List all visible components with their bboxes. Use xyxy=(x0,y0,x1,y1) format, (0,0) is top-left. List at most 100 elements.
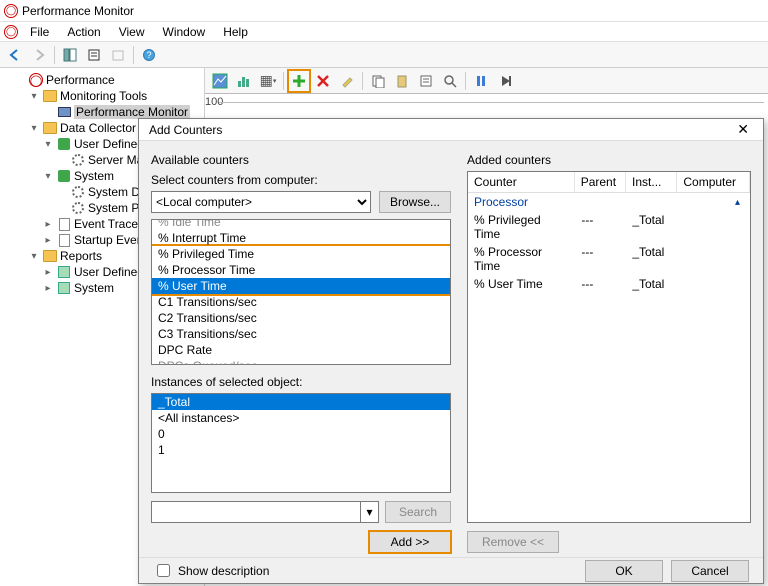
update-button[interactable] xyxy=(494,70,516,92)
search-button[interactable]: Search xyxy=(385,501,451,523)
toolbar-separator xyxy=(283,72,284,90)
counter-item[interactable]: DPC Rate xyxy=(152,342,450,358)
toolbar-separator xyxy=(465,72,466,90)
cancel-button[interactable]: Cancel xyxy=(671,560,749,582)
instance-item-all[interactable]: <All instances> xyxy=(152,410,450,426)
trace-icon xyxy=(59,218,70,231)
added-counters-label: Added counters xyxy=(467,153,751,167)
expander-icon[interactable]: ▾ xyxy=(42,171,54,182)
counter-item[interactable]: % Idle Time xyxy=(152,219,450,230)
show-hide-tree-button[interactable] xyxy=(59,44,81,66)
tree-node-monitoring-tools[interactable]: ▾ Monitoring Tools xyxy=(28,88,204,104)
computer-combo[interactable]: <Local computer> xyxy=(151,191,371,213)
gear-icon xyxy=(72,154,84,166)
table-row[interactable]: % Privileged Time --- _Total xyxy=(468,211,750,243)
gear-icon xyxy=(72,202,84,214)
expander-icon[interactable]: ▾ xyxy=(42,139,54,150)
menu-window[interactable]: Window xyxy=(155,23,214,41)
cell-parent: --- xyxy=(575,212,626,242)
instances-listbox[interactable]: _Total <All instances> 0 1 xyxy=(151,393,451,493)
tree-label: User Defined xyxy=(74,137,144,151)
show-description-checkbox[interactable]: Show description xyxy=(153,561,269,580)
counter-item[interactable]: C3 Transitions/sec xyxy=(152,326,450,342)
export-button[interactable] xyxy=(107,44,129,66)
counter-item[interactable]: C2 Transitions/sec xyxy=(152,310,450,326)
show-description-input[interactable] xyxy=(157,564,170,577)
counter-item-privileged[interactable]: % Privileged Time xyxy=(152,246,450,262)
tree-label: Performance xyxy=(46,73,115,87)
counter-item[interactable]: C1 Transitions/sec xyxy=(152,294,450,310)
app-icon-small: ◯ xyxy=(4,25,18,39)
counter-item[interactable]: DPCs Queued/sec xyxy=(152,358,450,365)
zoom-button[interactable] xyxy=(439,70,461,92)
add-button[interactable]: Add >> xyxy=(369,531,451,553)
expander-icon[interactable]: ▸ xyxy=(42,283,54,294)
tree-label: Monitoring Tools xyxy=(60,89,147,103)
instance-search-input[interactable] xyxy=(151,501,361,523)
gear-icon xyxy=(72,186,84,198)
th-computer[interactable]: Computer xyxy=(677,172,750,192)
table-row[interactable]: % User Time --- _Total xyxy=(468,275,750,293)
menu-view[interactable]: View xyxy=(111,23,153,41)
add-counter-button[interactable] xyxy=(288,70,310,92)
window-title-bar: ◯ Performance Monitor xyxy=(0,0,768,22)
chevron-up-icon[interactable]: ▴ xyxy=(735,197,744,208)
counter-item-processor[interactable]: % Processor Time xyxy=(152,262,450,278)
report-icon xyxy=(58,266,70,278)
expander-icon[interactable]: ▾ xyxy=(28,123,40,134)
svg-text:?: ? xyxy=(146,50,151,60)
app-icon: ◯ xyxy=(4,4,18,18)
paste-button[interactable] xyxy=(391,70,413,92)
dialog-title-bar[interactable]: Add Counters ✕ xyxy=(139,119,763,141)
delete-counter-button[interactable] xyxy=(312,70,334,92)
cell-instance: _Total xyxy=(626,244,677,274)
expander-icon[interactable]: ▾ xyxy=(28,91,40,102)
tree-label: User Defined xyxy=(74,265,144,279)
cell-computer xyxy=(677,212,750,242)
nav-back-button[interactable] xyxy=(4,44,26,66)
menu-bar: ◯ File Action View Window Help xyxy=(0,22,768,42)
view-report-button[interactable]: ▦▾ xyxy=(257,70,279,92)
report-icon xyxy=(58,282,70,294)
remove-button[interactable]: Remove << xyxy=(467,531,559,553)
th-parent[interactable]: Parent xyxy=(575,172,626,192)
tree-node-performance[interactable]: ◯ Performance xyxy=(14,72,204,88)
folder-icon xyxy=(43,250,57,262)
th-counter[interactable]: Counter xyxy=(468,172,575,192)
view-histogram-button[interactable] xyxy=(233,70,255,92)
help-button[interactable]: ? xyxy=(138,44,160,66)
instance-item-0[interactable]: 0 xyxy=(152,426,450,442)
menu-file[interactable]: File xyxy=(22,23,57,41)
nav-forward-button[interactable] xyxy=(28,44,50,66)
tree-label: Performance Monitor xyxy=(74,105,190,119)
instance-item-1[interactable]: 1 xyxy=(152,442,450,458)
expander-icon[interactable]: ▸ xyxy=(42,235,54,246)
browse-button[interactable]: Browse... xyxy=(379,191,451,213)
tree-label: System xyxy=(74,169,114,183)
instance-search-dropdown[interactable]: ▾ xyxy=(361,501,379,523)
expander-icon[interactable]: ▸ xyxy=(42,267,54,278)
counters-listbox[interactable]: % Idle Time % Interrupt Time % Privilege… xyxy=(151,219,451,365)
folder-icon xyxy=(43,90,57,102)
menu-action[interactable]: Action xyxy=(59,23,108,41)
expander-icon[interactable]: ▾ xyxy=(28,251,40,262)
menu-help[interactable]: Help xyxy=(215,23,256,41)
instance-item-total[interactable]: _Total xyxy=(152,394,450,410)
available-counters-label: Available counters xyxy=(151,153,451,167)
view-chart-button[interactable] xyxy=(209,70,231,92)
expander-icon[interactable]: ▸ xyxy=(42,219,54,230)
tree-label: System xyxy=(74,281,114,295)
ok-button[interactable]: OK xyxy=(585,560,663,582)
freeze-button[interactable] xyxy=(470,70,492,92)
added-counters-table[interactable]: Counter Parent Inst... Computer Processo… xyxy=(467,171,751,523)
close-icon[interactable]: ✕ xyxy=(729,119,757,140)
table-row[interactable]: % Processor Time --- _Total xyxy=(468,243,750,275)
copy-button[interactable] xyxy=(367,70,389,92)
counter-group-processor[interactable]: Processor ▴ xyxy=(468,193,750,211)
counter-item-user-time[interactable]: % User Time xyxy=(152,278,450,294)
properties-button[interactable] xyxy=(415,70,437,92)
th-instance[interactable]: Inst... xyxy=(626,172,677,192)
properties-button[interactable] xyxy=(83,44,105,66)
instances-label: Instances of selected object: xyxy=(151,375,451,389)
highlight-button[interactable] xyxy=(336,70,358,92)
